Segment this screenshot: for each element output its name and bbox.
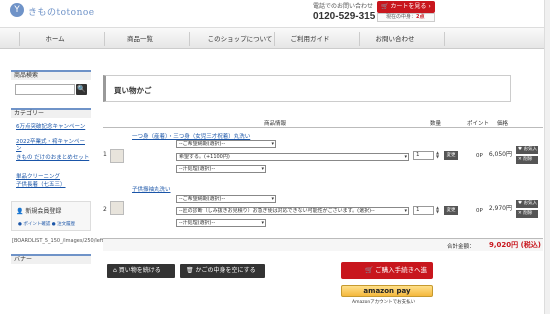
phone-number: 0120-529-315 [313,11,376,22]
cart-icon: 🛒 [365,266,376,274]
option-select[interactable]: --匠の診断（しみ抜きお見積り）お急ぎ便は対応できない可能性がございます。(選択… [176,207,409,215]
row-price: 6,050円 [488,151,512,158]
category-link[interactable]: 2022卒業式・袴キャンペーン [16,139,90,153]
delivery-select[interactable]: --ご希望納期(選択)-- [176,195,276,203]
header-divider [103,127,543,128]
delivery-select[interactable]: --ご希望納期(選択)-- [176,140,276,148]
quantity-input[interactable]: 1 [413,151,434,160]
delete-button[interactable]: ✕ 削除 [516,210,538,218]
nav-guide[interactable]: ご利用ガイド [275,28,345,50]
category-link[interactable]: 6万点突破記念キャンペーン [16,124,90,131]
phone-label: 電話でのお問い合わせ [313,3,374,10]
search-button[interactable]: 🔍 [76,84,87,95]
user-icon: 👤 [16,208,26,215]
quantity-stepper[interactable]: ▲ ▼ [436,151,441,160]
row-number: 2 [103,206,107,213]
option-select[interactable]: 希望する。(+1100円) [176,153,409,161]
search-input[interactable] [15,84,75,95]
logo-icon[interactable]: Y [10,3,24,17]
empty-cart-button[interactable]: 🗑 かごの中身を空にする [180,264,265,278]
search-icon: 🔍 [77,85,86,93]
vertical-scrollbar[interactable] [544,0,550,314]
cart-title-box [103,75,511,102]
site-logo[interactable]: きものtotonoe [28,5,95,18]
th-point: ポイント [467,121,490,127]
th-info: 商品情報 [264,121,287,127]
amazon-pay-note: Amazonアカウントでお支払い [352,300,416,305]
total-value: 9,020円 (税込) [489,241,541,249]
change-qty-button[interactable]: 変更 [444,151,458,160]
favorite-button[interactable]: ♥ お気入 [516,200,538,208]
cart-count-value: 2点 [416,14,425,20]
delete-button[interactable]: ✕ 削除 [516,156,538,164]
nav-home[interactable]: ホーム [20,28,90,50]
trash-icon: 🗑 [186,267,196,274]
point-check-link[interactable]: ● ポイント確認 [18,222,50,227]
search-heading: 商品検索 [11,70,91,80]
view-cart-button[interactable]: 🛒 カートを見る › [377,1,435,13]
view-cart-label: カートを見る [390,3,427,10]
th-price: 価格 [497,121,509,127]
nav-contact[interactable]: お問い合わせ [360,28,430,50]
total-label: 合計金額： [447,244,475,250]
quantity-stepper[interactable]: ▲ ▼ [436,206,441,215]
order-history-link[interactable]: ● 注文履歴 [52,222,75,227]
cart-count: 現在の中身：2点 [377,13,435,22]
th-qty: 数量 [430,121,442,127]
nav-products[interactable]: 商品一覧 [105,28,175,50]
row-price: 2,970円 [488,205,512,212]
member-register-link[interactable]: 👤 新規会員登録 [16,206,61,215]
global-nav: ホーム 商品一覧 このショップについて ご利用ガイド お問い合わせ [0,27,550,49]
total-bar [103,238,543,251]
favorite-button[interactable]: ♥ お気入 [516,146,538,154]
category-link[interactable]: きもの だけのおまとめセット [16,155,90,162]
cart-icon: 🛒 [381,3,391,10]
page-title: 買い物かご [114,86,152,95]
product-name-link[interactable]: 一つ身（産着）・三つ身（女児三才祝着）丸洗い [132,132,250,140]
product-thumbnail[interactable] [110,201,124,215]
banner-heading: バナー [11,254,91,264]
category-link[interactable]: 単品クリーニング [16,172,60,180]
chevron-right-icon: › [426,3,431,10]
amazon-pay-button[interactable]: amazon pay [341,285,433,297]
product-name-link[interactable]: 子供振袖丸洗い [132,185,171,193]
continue-shopping-button[interactable]: ⌂ 買い物を続ける [107,264,175,278]
checkout-button[interactable]: 🛒 ご購入手続きへ進む [341,262,433,291]
product-thumbnail[interactable] [110,149,124,163]
row-number: 1 [103,151,107,158]
category-heading: カテゴリー [11,108,91,118]
quantity-input[interactable]: 1 [413,206,434,215]
cart-count-label: 現在の中身： [386,14,417,20]
member-box: 👤 新規会員登録 ● ポイント確認 ● 注文履歴 [11,201,91,231]
sweat-select[interactable]: --汗処理(選択)-- [176,165,266,173]
change-qty-button[interactable]: 変更 [444,206,458,215]
sweat-select[interactable]: --汗処理(選択)-- [176,219,266,227]
category-link[interactable]: 子供長着（七五三） [16,180,66,188]
